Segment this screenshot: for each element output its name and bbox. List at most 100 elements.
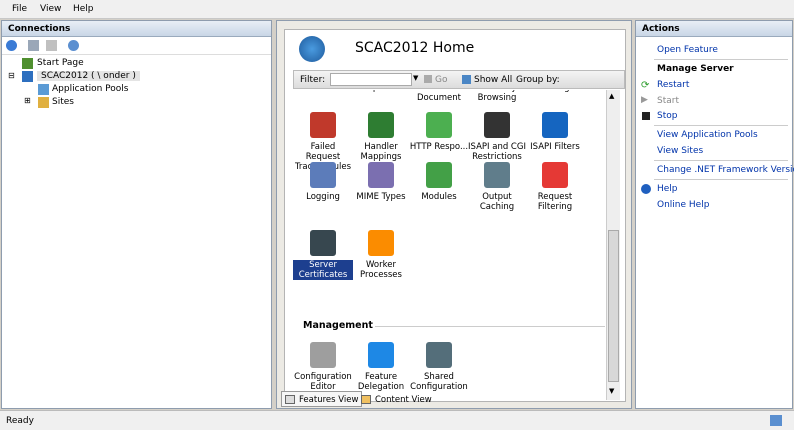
filter-dropdown-icon[interactable]: ▼ (413, 74, 418, 82)
show-all-icon (462, 75, 471, 84)
collapse-toggle[interactable]: ⊟ (8, 71, 15, 80)
worker-processes-icon (368, 230, 394, 256)
feature-label: Handler Mappings (360, 142, 402, 162)
failed-request-tracing-icon (310, 112, 336, 138)
connections-panel: Connections Start Page ⊟ SCAC2012 ( \ on… (1, 20, 272, 409)
feature-label: Worker Processes (360, 260, 402, 280)
tree-server[interactable]: SCAC2012 ( \ onder ) (37, 71, 140, 81)
feature-label: MIME Types (356, 192, 406, 202)
group-by-label[interactable]: Group by: (516, 75, 560, 85)
expand-toggle[interactable]: ⊞ (24, 96, 31, 105)
status-text: Ready (6, 416, 34, 426)
feature-label: Compression (351, 90, 411, 93)
feature-label: Output Caching (479, 192, 515, 212)
configuration-editor-icon (310, 342, 336, 368)
go-button[interactable]: Go (435, 75, 447, 85)
online-help-link[interactable]: Online Help (657, 200, 709, 210)
management-divider (375, 326, 605, 327)
features-view-icon (285, 395, 295, 404)
modules-icon (426, 162, 452, 188)
restart-icon: ⟳ (641, 80, 650, 91)
feature-server-certificates[interactable]: Server Certificates (293, 230, 353, 280)
isapi-cgi-icon (484, 112, 510, 138)
change-net-link[interactable]: Change .NET Framework Version (657, 165, 794, 175)
menu-bar: File View Help (0, 0, 794, 19)
feature-request-filtering[interactable]: Request Filtering (525, 162, 585, 212)
actions-title: Actions (636, 21, 792, 37)
help-link[interactable]: Help (657, 184, 678, 194)
filter-input[interactable] (330, 73, 412, 86)
content-view-icon (361, 395, 371, 404)
save-icon[interactable] (28, 40, 39, 51)
feature-worker-processes[interactable]: Worker Processes (351, 230, 411, 280)
filter-bar: Filter: ▼ Go Show All Group by: (293, 70, 625, 89)
feature-item[interactable]: Default Document (409, 90, 469, 103)
feature-label: Server Certificates (293, 260, 353, 280)
scroll-thumb[interactable] (608, 230, 619, 382)
feature-item[interactable]: Directory Browsing (467, 90, 527, 103)
connections-title: Connections (2, 21, 271, 37)
isapi-filters-icon (542, 112, 568, 138)
delete-connection-icon[interactable] (68, 40, 79, 51)
network-icon (770, 415, 782, 426)
request-filtering-icon (542, 162, 568, 188)
feature-item[interactable]: Error Pages (525, 90, 585, 93)
features-view-button[interactable]: Features View (281, 391, 363, 407)
feature-item[interactable]: Compression (351, 90, 411, 93)
manage-server-header: Manage Server (657, 64, 734, 74)
separator (654, 125, 788, 126)
feature-configuration-editor[interactable]: Configuration Editor (293, 342, 353, 392)
feature-label: Authentication (293, 90, 355, 93)
view-app-pools-link[interactable]: View Application Pools (657, 130, 758, 140)
feature-isapi-filters[interactable]: ISAPI Filters (525, 112, 585, 152)
feature-shared-configuration[interactable]: Shared Configuration (409, 342, 469, 392)
connections-toolbar (2, 37, 271, 55)
feature-mime-types[interactable]: MIME Types (351, 162, 411, 202)
feature-isapi-cgi[interactable]: ISAPI and CGI Restrictions (467, 112, 527, 162)
stop-link[interactable]: Stop (657, 111, 677, 121)
menu-view[interactable]: View (40, 4, 61, 14)
shared-configuration-icon (426, 342, 452, 368)
features-view-label: Features View (299, 395, 359, 405)
view-switcher: Features View Content View (281, 391, 621, 407)
start-page-icon (22, 58, 33, 69)
features-grid: AuthenticationCompression Default Documen… (293, 90, 615, 400)
feature-logging[interactable]: Logging (293, 162, 353, 202)
tree-start-page[interactable]: Start Page (37, 58, 84, 68)
server-home-icon (299, 36, 325, 62)
connect-globe-icon[interactable] (6, 40, 17, 51)
server-certificates-icon (310, 230, 336, 256)
restart-link[interactable]: Restart (657, 80, 689, 90)
scroll-up-icon[interactable]: ▲ (609, 92, 614, 100)
server-icon (22, 71, 33, 82)
feature-modules[interactable]: Modules (409, 162, 469, 202)
feature-handler-mappings[interactable]: Handler Mappings (351, 112, 411, 162)
tree-app-pools[interactable]: Application Pools (52, 84, 128, 94)
tree-sites[interactable]: Sites (52, 97, 74, 107)
center-panel: SCAC2012 Home Filter: ▼ Go Show All Grou… (276, 20, 632, 409)
feature-label: Shared Configuration (410, 372, 468, 392)
separator (654, 160, 788, 161)
feature-label: Modules (421, 192, 457, 202)
menu-help[interactable]: Help (73, 4, 94, 14)
features-pane: SCAC2012 Home Filter: ▼ Go Show All Grou… (284, 29, 626, 402)
separator (654, 179, 788, 180)
start-link: Start (657, 96, 679, 106)
output-caching-icon (484, 162, 510, 188)
feature-feature-delegation[interactable]: Feature Delegation (351, 342, 411, 392)
view-sites-link[interactable]: View Sites (657, 146, 703, 156)
sites-icon (38, 97, 49, 108)
feature-item[interactable]: Authentication (293, 90, 355, 93)
menu-file[interactable]: File (12, 4, 27, 14)
filter-label: Filter: (300, 75, 326, 85)
show-all-button[interactable]: Show All (474, 75, 512, 85)
feature-output-caching[interactable]: Output Caching (467, 162, 527, 212)
feature-http-response[interactable]: HTTP Respo... (409, 112, 469, 152)
vertical-scrollbar[interactable]: ▲ ▼ (606, 90, 620, 400)
feature-label: ISAPI Filters (530, 142, 580, 152)
up-icon[interactable] (46, 40, 57, 51)
handler-mappings-icon (368, 112, 394, 138)
app-pools-icon (38, 84, 49, 95)
content-view-button[interactable]: Content View (357, 391, 436, 407)
open-feature-link[interactable]: Open Feature (657, 45, 718, 55)
